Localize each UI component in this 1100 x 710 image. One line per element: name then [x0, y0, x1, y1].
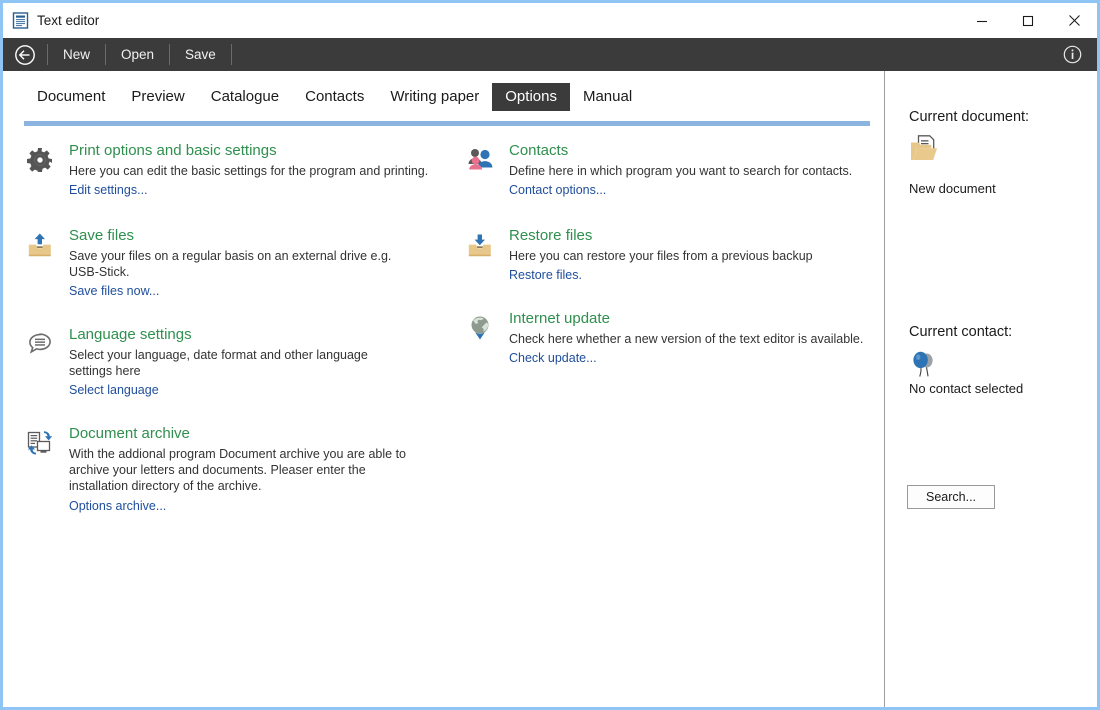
option-link-save-files-now[interactable]: Save files now... [69, 283, 445, 300]
current-contact-heading: Current contact: [909, 324, 1012, 340]
window-controls [959, 3, 1097, 38]
toolbar: New Open Save [3, 38, 1097, 71]
option-card-body: Print options and basic settings Here yo… [59, 142, 445, 199]
option-card-language-settings: Language settings Select your language, … [25, 326, 445, 399]
options-grid: Print options and basic settings Here yo… [3, 126, 884, 142]
sidebar: Current document: New document Current c… [885, 71, 1097, 707]
main-pane: Document Preview Catalogue Contacts Writ… [3, 71, 885, 707]
document-icon [12, 12, 29, 29]
option-card-body: Save files Save your files on a regular … [59, 227, 445, 300]
option-description: Save your files on a regular basis on an… [69, 248, 414, 280]
option-card-body: Language settings Select your language, … [59, 326, 445, 399]
save-upload-icon [25, 227, 59, 300]
window-body: Document Preview Catalogue Contacts Writ… [3, 71, 1097, 707]
option-title: Language settings [69, 326, 445, 344]
toolbar-separator [231, 44, 232, 65]
option-description: Select your language, date format and ot… [69, 347, 409, 379]
speech-bubble-icon [25, 326, 59, 399]
option-link-check-update[interactable]: Check update... [509, 350, 865, 367]
toolbar-open-button[interactable]: Open [106, 38, 169, 71]
option-link-contact-options[interactable]: Contact options... [509, 182, 865, 199]
tab-options[interactable]: Options [492, 83, 570, 111]
option-description: Define here in which program you want to… [509, 163, 865, 179]
option-title: Restore files [509, 227, 865, 245]
option-card-body: Restore files Here you can restore your … [499, 227, 865, 284]
option-description: Check here whether a new version of the … [509, 331, 865, 347]
back-arrow-icon[interactable] [3, 38, 47, 71]
search-button[interactable]: Search... [907, 485, 995, 509]
option-card-save-files: Save files Save your files on a regular … [25, 227, 445, 300]
option-card-internet-update: Internet update Check here whether a new… [465, 310, 865, 367]
restore-download-icon [465, 227, 499, 284]
tab-document[interactable]: Document [24, 83, 118, 111]
option-card-body: Document archive With the addional progr… [59, 425, 445, 515]
option-card-print-options: Print options and basic settings Here yo… [25, 142, 445, 199]
option-title: Document archive [69, 425, 445, 443]
gear-icon [25, 142, 59, 199]
tab-preview[interactable]: Preview [118, 83, 197, 111]
tab-writing-paper[interactable]: Writing paper [377, 83, 492, 111]
maximize-icon[interactable] [1005, 3, 1051, 38]
option-description: With the addional program Document archi… [69, 446, 414, 494]
title-bar: Text editor [3, 3, 1097, 38]
options-left-column: Print options and basic settings Here yo… [25, 142, 445, 537]
toolbar-new-button[interactable]: New [48, 38, 105, 71]
tab-manual[interactable]: Manual [570, 83, 645, 111]
option-card-contacts: Contacts Define here in which program yo… [465, 142, 865, 199]
minimize-icon[interactable] [959, 3, 1005, 38]
info-icon[interactable] [1057, 38, 1087, 71]
tab-contacts[interactable]: Contacts [292, 83, 377, 111]
current-document-heading: Current document: [909, 109, 1029, 125]
document-archive-icon [25, 425, 59, 515]
tab-catalogue[interactable]: Catalogue [198, 83, 292, 111]
option-link-select-language[interactable]: Select language [69, 382, 445, 399]
option-card-body: Internet update Check here whether a new… [499, 310, 865, 367]
window-title: Text editor [37, 13, 99, 28]
toolbar-save-button[interactable]: Save [170, 38, 231, 71]
option-description: Here you can edit the basic settings for… [69, 163, 445, 179]
option-card-body: Contacts Define here in which program yo… [499, 142, 865, 199]
option-description: Here you can restore your files from a p… [509, 248, 865, 264]
title-bar-left: Text editor [3, 12, 99, 29]
option-title: Print options and basic settings [69, 142, 445, 160]
option-link-restore-files[interactable]: Restore files. [509, 267, 865, 284]
option-card-restore-files: Restore files Here you can restore your … [465, 227, 865, 284]
option-title: Contacts [509, 142, 865, 160]
option-link-options-archive[interactable]: Options archive... [69, 498, 445, 515]
contacts-people-icon [465, 142, 499, 199]
current-document-value: New document [909, 181, 996, 196]
application-window: Text editor New [0, 0, 1100, 710]
tab-strip: Document Preview Catalogue Contacts Writ… [3, 71, 884, 115]
options-right-column: Contacts Define here in which program yo… [465, 142, 865, 389]
option-title: Save files [69, 227, 445, 245]
internet-update-icon [465, 310, 499, 367]
option-card-document-archive: Document archive With the addional progr… [25, 425, 445, 515]
option-link-edit-settings[interactable]: Edit settings... [69, 182, 445, 199]
current-contact-value: No contact selected [909, 381, 1023, 396]
option-title: Internet update [509, 310, 865, 328]
close-icon[interactable] [1051, 3, 1097, 38]
open-folder-document-icon [909, 134, 941, 169]
